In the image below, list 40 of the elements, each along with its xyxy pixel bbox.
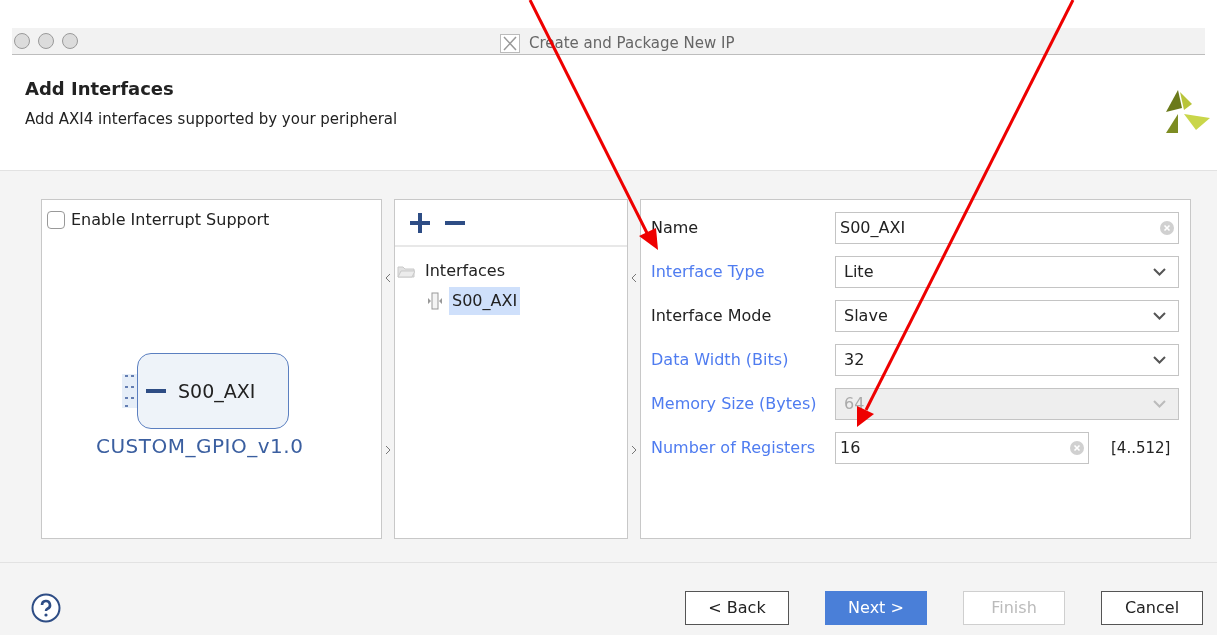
text-field[interactable]: S00_AXI bbox=[835, 212, 1179, 244]
chevron-down-icon bbox=[1153, 312, 1166, 320]
field-label: Data Width (Bits) bbox=[651, 349, 790, 371]
logo-icon bbox=[1166, 90, 1210, 133]
chevron-down-icon bbox=[1153, 356, 1166, 364]
collapse-right-icon[interactable] bbox=[631, 445, 637, 455]
chevron-down-icon bbox=[1153, 400, 1166, 408]
tree-item[interactable]: S00_AXI bbox=[449, 287, 521, 315]
field-label: Number of Registers bbox=[651, 437, 817, 459]
range-hint: [4..512] bbox=[1111, 437, 1171, 459]
tree-item[interactable]: Interfaces bbox=[425, 259, 505, 283]
field-label: Interface Type bbox=[651, 261, 766, 283]
field-label: Memory Size (Bytes) bbox=[651, 393, 818, 415]
dialog-button[interactable]: Cancel bbox=[1101, 591, 1203, 625]
collapse-left-icon[interactable] bbox=[631, 273, 637, 283]
window-control-button[interactable] bbox=[14, 33, 30, 49]
ip-name: CUSTOM_GPIO_v1.0 bbox=[96, 433, 304, 460]
minus-icon bbox=[146, 389, 166, 393]
page-title: Add Interfaces bbox=[25, 77, 175, 101]
help-icon[interactable] bbox=[31, 593, 61, 623]
checkbox[interactable] bbox=[47, 211, 65, 229]
window-control-button[interactable] bbox=[38, 33, 54, 49]
window-control-button[interactable] bbox=[62, 33, 78, 49]
chevron-down-icon bbox=[1153, 268, 1166, 276]
checkbox-label: Enable Interrupt Support bbox=[71, 209, 270, 231]
collapse-left-icon[interactable] bbox=[385, 273, 391, 283]
dropdown[interactable]: 32 bbox=[835, 344, 1179, 376]
collapse-right-icon[interactable] bbox=[385, 445, 391, 455]
field-label: Interface Mode bbox=[651, 305, 773, 327]
field-label: Name bbox=[651, 217, 700, 239]
dialog-button[interactable]: < Back bbox=[685, 591, 789, 625]
port-label: S00_AXI bbox=[178, 378, 256, 405]
dropdown[interactable]: Lite bbox=[835, 256, 1179, 288]
page-subtitle: Add AXI4 interfaces supported by your peripheral bbox=[25, 109, 399, 130]
add-icon[interactable] bbox=[409, 211, 431, 234]
interface-icon bbox=[427, 292, 443, 310]
dropdown[interactable]: Slave bbox=[835, 300, 1179, 332]
remove-icon[interactable] bbox=[445, 220, 465, 225]
text-field[interactable]: 16 bbox=[835, 432, 1089, 464]
dialog-button[interactable]: Next > bbox=[825, 591, 927, 625]
